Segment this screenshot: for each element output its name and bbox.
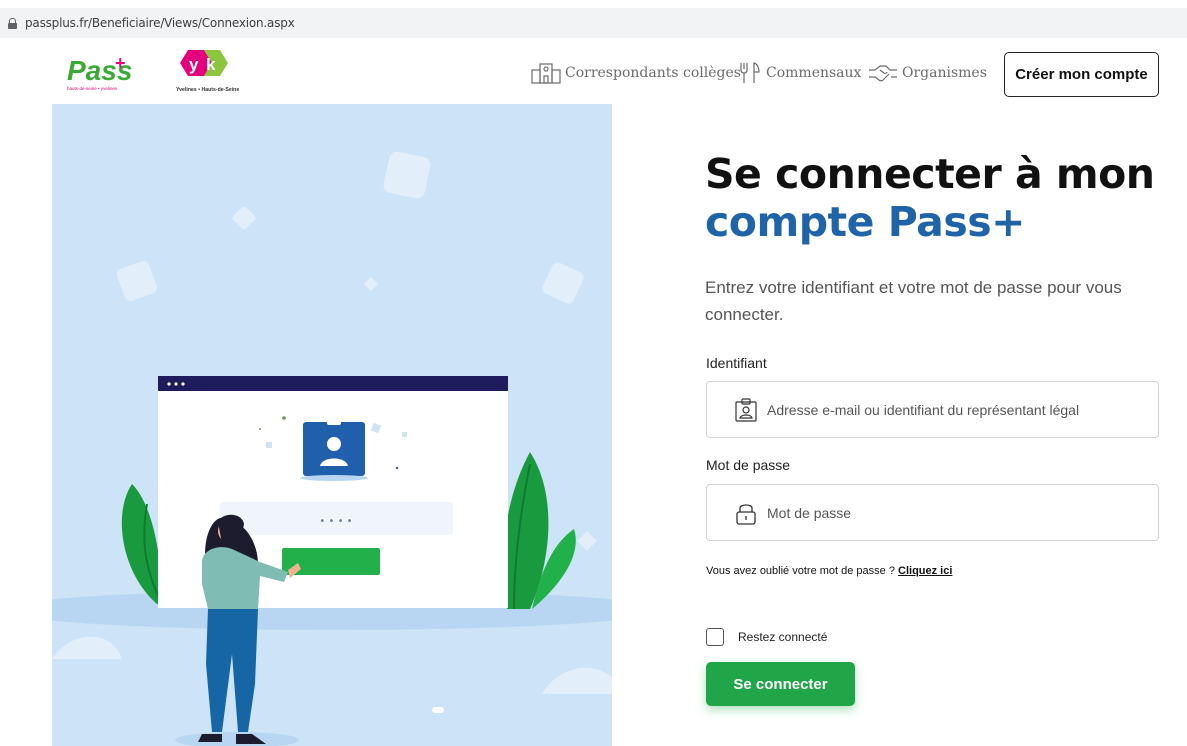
illustration-art: • • • • bbox=[52, 151, 612, 746]
address-bar[interactable]: passplus.fr/Beneficiaire/Views/Connexion… bbox=[0, 8, 1187, 38]
identifiant-input[interactable] bbox=[767, 401, 1147, 418]
page-title: Se connecter à mon compte Pass+ bbox=[705, 150, 1165, 246]
id-card-icon bbox=[735, 397, 757, 422]
svg-text:y: y bbox=[189, 55, 199, 74]
svg-text:• • • •: • • • • bbox=[319, 516, 352, 527]
create-account-button[interactable]: Créer mon compte bbox=[1004, 52, 1159, 97]
forgot-text: Vous avez oublié votre mot de passe ? bbox=[706, 565, 895, 577]
nav-label: Organismes bbox=[902, 65, 987, 81]
cutlery-icon bbox=[740, 62, 760, 83]
svg-text:+: + bbox=[115, 53, 126, 73]
svg-text:k: k bbox=[206, 55, 216, 74]
nav-label: Commensaux bbox=[766, 65, 862, 81]
pass-plus-logo[interactable]: Pass + hauts-de-seine • yvelines bbox=[65, 53, 135, 93]
forgot-password: Vous avez oublié votre mot de passe ? Cl… bbox=[706, 565, 952, 577]
remember-checkbox[interactable] bbox=[706, 628, 724, 646]
nav-commensaux[interactable]: Commensaux bbox=[738, 62, 861, 84]
svg-text:Yvelines • Hauts-de-Seine: Yvelines • Hauts-de-Seine bbox=[176, 87, 239, 93]
remember-label: Restez connecté bbox=[738, 630, 828, 644]
svg-text:hauts-de-seine • yvelines: hauts-de-seine • yvelines bbox=[67, 86, 118, 91]
site-header: Pass + hauts-de-seine • yvelines y k Yve… bbox=[0, 40, 1187, 104]
nav-correspondants-colleges[interactable]: Correspondants collèges bbox=[531, 62, 741, 84]
yvelines-hauts-de-seine-logo[interactable]: y k Yvelines • Hauts-de-Seine bbox=[168, 50, 248, 96]
remember-me[interactable]: Restez connecté bbox=[706, 628, 827, 646]
password-label: Mot de passe bbox=[706, 457, 791, 473]
lock-icon bbox=[8, 17, 17, 29]
title-line1: Se connecter à mon bbox=[705, 150, 1155, 198]
identifiant-field[interactable] bbox=[706, 381, 1159, 438]
login-button[interactable]: Se connecter bbox=[706, 662, 855, 706]
title-line2: compte Pass+ bbox=[705, 198, 1026, 246]
handshake-icon bbox=[869, 65, 897, 82]
url-text[interactable]: passplus.fr/Beneficiaire/Views/Connexion… bbox=[25, 16, 295, 30]
login-illustration: • • • • bbox=[52, 104, 612, 746]
nav-organismes[interactable]: Organismes bbox=[868, 62, 987, 84]
login-subtitle: Entrez votre identifiant et votre mot de… bbox=[705, 278, 1122, 324]
nav-label: Correspondants collèges bbox=[565, 65, 741, 81]
identifiant-label: Identifiant bbox=[706, 355, 767, 371]
password-field[interactable] bbox=[706, 484, 1159, 541]
forgot-password-link[interactable]: Cliquez ici bbox=[898, 565, 952, 577]
password-input[interactable] bbox=[767, 504, 1147, 521]
lock-icon bbox=[736, 503, 756, 525]
school-building-icon bbox=[531, 63, 561, 84]
